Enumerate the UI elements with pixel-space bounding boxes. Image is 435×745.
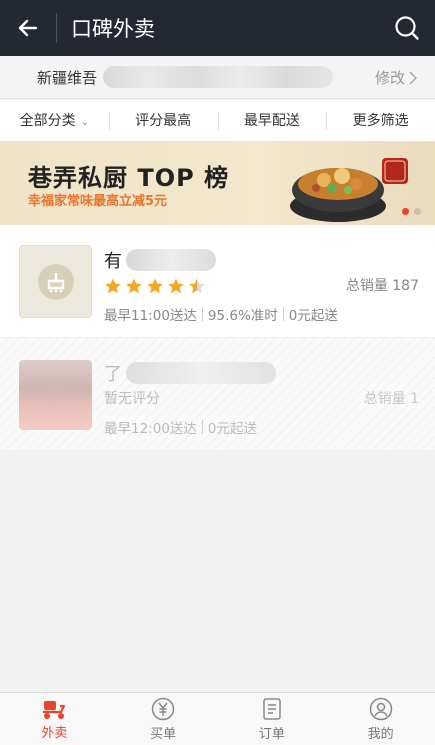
tab-label: 订单 bbox=[258, 726, 285, 742]
half-star-icon bbox=[189, 278, 205, 294]
shop-name: 了 bbox=[104, 360, 276, 386]
star-icon bbox=[168, 278, 184, 294]
tab-label: 买单 bbox=[150, 726, 177, 742]
promo-banner[interactable]: 巷弄私厨 TOP 榜 幸福家常味最高立减5元 bbox=[0, 142, 435, 225]
shop-row[interactable]: 了 暂无评分 总销量 1 最早12:00送达 0元起送 bbox=[0, 338, 435, 451]
filter-top-rated[interactable]: 评分最高 bbox=[108, 100, 218, 142]
carousel-dot bbox=[414, 208, 421, 215]
carousel-dot bbox=[402, 208, 409, 215]
meta-divider bbox=[201, 420, 203, 434]
shop-name-text: 了 bbox=[104, 364, 122, 385]
back-button[interactable] bbox=[0, 0, 56, 56]
search-button[interactable] bbox=[379, 0, 435, 56]
sales-count: 总销量 1 bbox=[363, 391, 419, 407]
back-arrow-icon bbox=[18, 19, 38, 37]
meta-divider bbox=[282, 307, 284, 321]
change-address-label: 修改 bbox=[374, 69, 405, 87]
delivery-scooter-icon bbox=[43, 700, 66, 719]
filter-label: 最早配送 bbox=[243, 112, 300, 129]
min-order: 0元起送 bbox=[207, 421, 257, 437]
filter-label: 更多筛选 bbox=[352, 112, 409, 129]
address-bar[interactable]: 新疆维吾 修改 bbox=[0, 56, 435, 99]
shop-name-redacted bbox=[126, 249, 216, 271]
shop-logo-icon bbox=[37, 263, 74, 300]
banner-subtitle: 幸福家常味最高立减5元 bbox=[28, 194, 168, 209]
food-pot-image bbox=[290, 158, 408, 222]
star-icon bbox=[147, 278, 163, 294]
carousel-indicator bbox=[402, 208, 421, 215]
top-bar: 口碑外卖 bbox=[0, 0, 435, 56]
tab-pay[interactable]: 买单 bbox=[109, 693, 218, 745]
tab-label: 我的 bbox=[367, 726, 394, 742]
header-divider bbox=[56, 13, 57, 43]
sales-count: 总销量 187 bbox=[345, 278, 419, 294]
chevron-down-icon: ⌄ bbox=[80, 116, 90, 128]
rating-stars bbox=[104, 277, 206, 295]
no-rating-text: 暂无评分 bbox=[104, 391, 160, 407]
shop-name-redacted bbox=[126, 362, 276, 384]
filter-all-categories[interactable]: 全部分类 ⌄ bbox=[0, 100, 109, 142]
filter-label: 全部分类 bbox=[19, 112, 76, 129]
address-redacted bbox=[103, 66, 334, 88]
bottom-tab-bar: 外卖 买单 订单 我的 bbox=[0, 692, 435, 745]
profile-icon bbox=[369, 697, 392, 720]
tab-orders[interactable]: 订单 bbox=[218, 693, 327, 745]
shop-name-text: 有 bbox=[104, 251, 122, 272]
chevron-right-icon bbox=[409, 70, 417, 85]
banner-title: 巷弄私厨 TOP 榜 bbox=[28, 164, 230, 192]
meta-divider bbox=[201, 307, 203, 321]
tab-profile[interactable]: 我的 bbox=[326, 693, 435, 745]
tab-delivery[interactable]: 外卖 bbox=[0, 693, 109, 745]
delivery-time: 最早12:00送达 bbox=[104, 421, 197, 437]
filter-label: 评分最高 bbox=[135, 112, 192, 129]
filter-earliest-delivery[interactable]: 最早配送 bbox=[217, 100, 327, 142]
page-title: 口碑外卖 bbox=[71, 17, 155, 41]
order-icon bbox=[263, 697, 281, 720]
shop-meta: 最早11:00送达 95.6%准时 0元起送 bbox=[104, 304, 338, 324]
star-icon bbox=[105, 278, 121, 294]
star-icon bbox=[126, 278, 142, 294]
shop-name: 有 bbox=[104, 247, 216, 273]
shop-thumbnail bbox=[19, 360, 92, 430]
search-icon bbox=[395, 16, 419, 40]
min-order: 0元起送 bbox=[288, 308, 338, 324]
change-address-button[interactable]: 修改 bbox=[375, 67, 417, 88]
shop-thumbnail bbox=[19, 245, 92, 318]
shop-meta: 最早12:00送达 0元起送 bbox=[104, 417, 257, 437]
filter-more[interactable]: 更多筛选 bbox=[326, 100, 435, 142]
shop-list: 有 总销量 187 最早11:00送达 95.6%准时 0元起送 了 暂无评分 … bbox=[0, 225, 435, 451]
address-text: 新疆维吾 bbox=[37, 68, 98, 87]
filter-bar: 全部分类 ⌄ 评分最高 最早配送 更多筛选 bbox=[0, 100, 435, 142]
tab-label: 外卖 bbox=[41, 725, 68, 741]
delivery-time: 最早11:00送达 bbox=[104, 308, 197, 324]
on-time-rate: 95.6%准时 bbox=[207, 308, 278, 324]
shop-row[interactable]: 有 总销量 187 最早11:00送达 95.6%准时 0元起送 bbox=[0, 225, 435, 338]
yen-icon bbox=[151, 697, 175, 720]
